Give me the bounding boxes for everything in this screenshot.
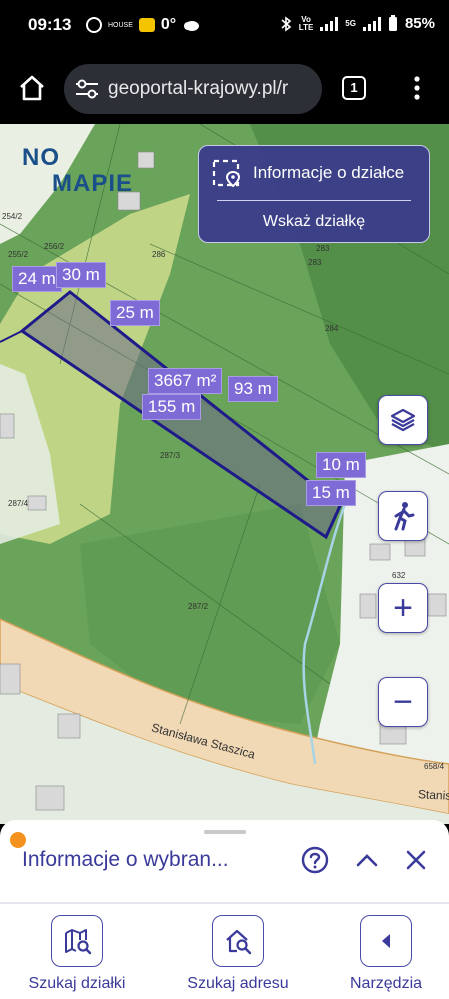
divider xyxy=(0,902,449,904)
zoom-in-button[interactable]: + xyxy=(378,583,428,633)
home-search-icon[interactable] xyxy=(212,915,264,967)
street-label-right: Stanis xyxy=(417,787,449,803)
measure-label: 25 m xyxy=(110,300,160,326)
measure-label: 93 m xyxy=(228,376,278,402)
notification-dot xyxy=(10,832,26,848)
temperature: 0° xyxy=(160,16,177,33)
logo-text-left: NO xyxy=(22,144,60,171)
map-search-icon[interactable] xyxy=(51,915,103,967)
close-icon[interactable] xyxy=(405,849,427,871)
nav-tools[interactable]: Narzędzia xyxy=(321,915,449,993)
status-time: 09:13 xyxy=(28,15,72,34)
parcel-number: 255/2 xyxy=(8,250,29,259)
signal-5g-icon xyxy=(320,16,339,31)
info-panel-title: Informacje o działce xyxy=(253,163,405,182)
no-mapie-logo: NO MAPIE xyxy=(22,144,132,197)
parcel-number: 287/4 xyxy=(8,499,29,508)
layers-button[interactable] xyxy=(378,395,428,445)
nav-label: Narzędzia xyxy=(349,975,423,992)
bluetooth-icon xyxy=(281,15,292,32)
select-parcel-icon xyxy=(212,159,241,188)
network-5g: 5G xyxy=(345,19,356,28)
tools-icon[interactable] xyxy=(360,915,412,967)
notification-icons: HOUSE 0° xyxy=(86,16,200,34)
street-view-button[interactable] xyxy=(378,491,428,541)
more-menu-icon[interactable] xyxy=(410,74,424,102)
parcel-number: 254/2 xyxy=(2,212,23,221)
plus-icon: + xyxy=(393,589,413,627)
parcel-info-header[interactable]: Informacje o działce xyxy=(211,158,404,188)
info-bottom-sheet[interactable]: Informacje o wybran... xyxy=(0,820,449,905)
logo-text-right: MAPIE xyxy=(52,170,134,197)
parcel-number: 287/2 xyxy=(188,602,209,611)
status-right: Vo LTE 5G 85% xyxy=(280,15,435,32)
parcel-number: 256/2 xyxy=(44,242,65,251)
measure-label: 155 m xyxy=(142,394,202,420)
parcel-number: 283 xyxy=(316,244,330,253)
area-label: 3667 m² xyxy=(148,368,223,394)
parcel-number: 287/3 xyxy=(160,451,181,460)
map-view[interactable]: 254/2 256/2 255/2 286 283 283 284 287/3 … xyxy=(0,124,449,824)
measure-label: 30 m xyxy=(56,262,106,288)
home-icon[interactable] xyxy=(16,72,48,104)
divider xyxy=(217,200,411,201)
sheet-title: Informacje o wybran... xyxy=(22,848,229,871)
network-type: Vo LTE xyxy=(298,15,314,32)
parcel-info-panel[interactable]: Informacje o działce Wskaż działkę xyxy=(198,145,430,243)
whatsapp-icon xyxy=(86,17,102,33)
help-icon[interactable] xyxy=(301,846,329,874)
nav-search-parcel[interactable]: Szukaj działki xyxy=(12,915,142,993)
battery-percent: 85% xyxy=(404,15,435,32)
bottom-navigation: Szukaj działki Szukaj adresu Narzędzia xyxy=(0,905,449,999)
parcel-number: 658/4 xyxy=(424,762,445,771)
cloud-icon xyxy=(184,21,200,31)
mail-icon xyxy=(138,18,155,32)
site-settings-icon[interactable] xyxy=(74,78,100,100)
network-bottom: LTE xyxy=(298,22,314,32)
sheet-actions xyxy=(301,846,427,874)
parcel-number: 286 xyxy=(152,250,166,259)
nav-label: Szukaj adresu xyxy=(187,975,289,992)
chevron-up-icon[interactable] xyxy=(355,852,379,868)
browser-toolbar: geoportal-krajowy.pl/r 1 xyxy=(0,52,449,124)
walking-person-icon xyxy=(394,502,415,531)
select-parcel-button[interactable]: Wskaż działkę xyxy=(199,213,429,231)
parcel-number: 284 xyxy=(325,324,339,333)
zoom-out-button[interactable]: − xyxy=(378,677,428,727)
url-bar[interactable]: geoportal-krajowy.pl/r xyxy=(64,64,322,114)
status-bar: 09:13 HOUSE 0° Vo LTE 5G 85% xyxy=(0,0,449,52)
drag-handle[interactable] xyxy=(204,830,246,834)
signal-icon xyxy=(362,16,381,31)
nav-label: Szukaj działki xyxy=(28,975,126,992)
parcel-number: 283 xyxy=(308,258,322,267)
measure-label: 10 m xyxy=(316,452,366,478)
layers-icon xyxy=(390,408,416,432)
parcel-number: 632 xyxy=(392,571,406,580)
house-app-icon: HOUSE xyxy=(108,21,133,29)
tab-switcher-button[interactable]: 1 xyxy=(342,76,366,100)
minus-icon: − xyxy=(393,683,413,721)
measure-label: 24 m xyxy=(12,266,62,292)
battery-icon xyxy=(388,15,397,31)
nav-search-address[interactable]: Szukaj adresu xyxy=(173,915,303,993)
url-text: geoportal-krajowy.pl/r xyxy=(108,78,289,99)
measure-label: 15 m xyxy=(306,480,356,506)
